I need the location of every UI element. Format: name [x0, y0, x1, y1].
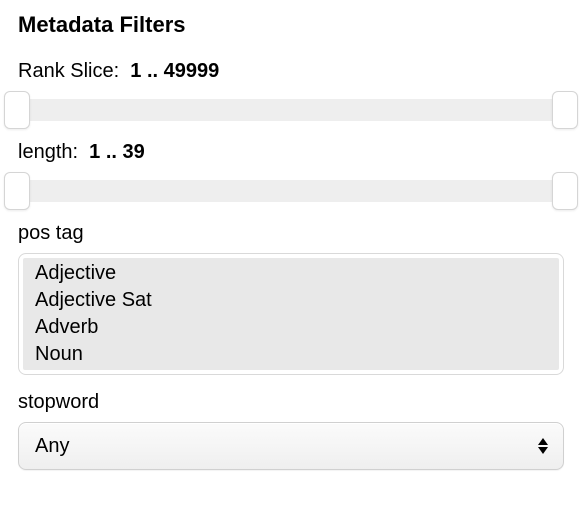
slider-track [18, 99, 564, 121]
length-label-text: length [18, 141, 73, 163]
pos-tag-option[interactable]: Adverb [23, 314, 559, 341]
pos-tag-option[interactable]: Noun [23, 341, 559, 368]
pos-tag-field: pos tag Adjective Adjective Sat Adverb N… [18, 222, 564, 375]
pos-tag-option[interactable]: Adjective [23, 260, 559, 287]
pos-tag-listbox-inner: Adjective Adjective Sat Adverb Noun [23, 258, 559, 370]
stopword-field: stopword Any [18, 391, 564, 470]
stopword-label: stopword [18, 391, 564, 414]
rank-slice-field: Rank Slice: 1 .. 49999 [18, 60, 564, 125]
slider-track [18, 180, 564, 202]
stopword-select[interactable]: Any [18, 422, 564, 470]
length-handle-min[interactable] [4, 172, 30, 210]
rank-slice-handle-min[interactable] [4, 91, 30, 129]
length-range: 1 .. 39 [89, 141, 145, 163]
stopword-selected-value: Any [35, 435, 69, 458]
rank-slice-label-text: Rank Slice [18, 60, 114, 82]
length-slider[interactable] [18, 172, 564, 206]
rank-slice-range: 1 .. 49999 [130, 60, 219, 82]
section-title: Metadata Filters [18, 12, 564, 38]
pos-tag-listbox[interactable]: Adjective Adjective Sat Adverb Noun [18, 253, 564, 375]
rank-slice-slider[interactable] [18, 91, 564, 125]
pos-tag-label: pos tag [18, 222, 564, 245]
rank-slice-label: Rank Slice: 1 .. 49999 [18, 60, 564, 83]
length-handle-max[interactable] [552, 172, 578, 210]
length-field: length: 1 .. 39 [18, 141, 564, 206]
rank-slice-handle-max[interactable] [552, 91, 578, 129]
length-label: length: 1 .. 39 [18, 141, 564, 164]
pos-tag-option[interactable]: Adjective Sat [23, 287, 559, 314]
updown-icon [537, 438, 549, 454]
